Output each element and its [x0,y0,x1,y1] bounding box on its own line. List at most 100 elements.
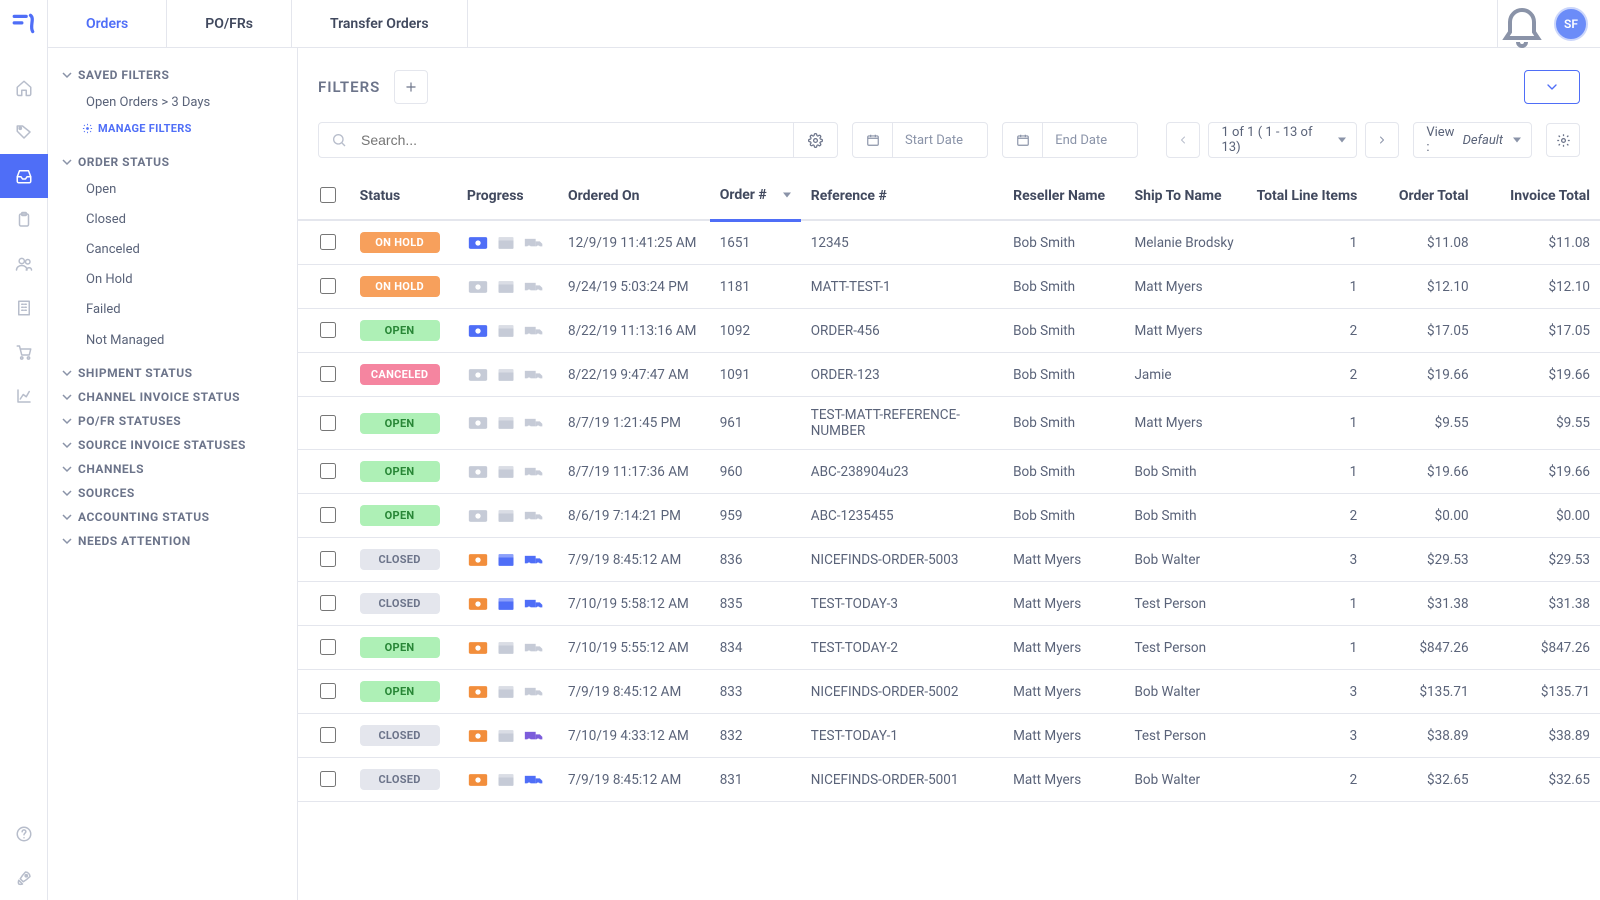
rocket-icon[interactable] [0,856,48,900]
order-status-item[interactable]: Closed [62,205,283,235]
end-date-input[interactable]: End Date [1002,122,1138,158]
table-row[interactable]: CANCELED8/22/19 9:47:47 AM1091ORDER-123B… [298,353,1600,397]
main-content: FILTERS St [298,0,1600,900]
col-ship-to[interactable]: Ship To Name [1124,172,1245,220]
col-ordered-on[interactable]: Ordered On [558,172,710,220]
notifications-icon[interactable] [1498,0,1546,48]
start-date-input[interactable]: Start Date [852,122,988,158]
search-field[interactable] [318,122,838,158]
table-row[interactable]: CLOSED7/9/19 8:45:12 AM831NICEFINDS-ORDE… [298,758,1600,802]
table-row[interactable]: ON HOLD9/24/19 5:03:24 PM1181MATT-TEST-1… [298,265,1600,309]
expand-panel-button[interactable] [1524,70,1580,104]
section-order-status[interactable]: ORDER STATUS [62,155,283,169]
section-collapsed[interactable]: CHANNEL INVOICE STATUS [62,390,283,404]
cell-ship-to: Bob Smith [1124,494,1245,538]
col-reseller[interactable]: Reseller Name [1003,172,1124,220]
order-status-item[interactable]: Failed [62,295,283,325]
next-page-button[interactable] [1365,122,1399,158]
row-checkbox[interactable] [320,507,336,523]
section-collapsed[interactable]: NEEDS ATTENTION [62,534,283,548]
inbox-icon[interactable] [0,154,48,198]
help-icon[interactable] [0,812,48,856]
table-row[interactable]: ON HOLD12/9/19 11:41:25 AM165112345Bob S… [298,220,1600,265]
table-settings-button[interactable] [1546,123,1580,157]
progress-icons [467,728,548,744]
status-badge: OPEN [360,681,440,702]
cell-reference: TEST-TODAY-3 [801,582,1003,626]
section-saved-filters[interactable]: SAVED FILTERS [62,68,283,82]
order-status-item[interactable]: Open [62,175,283,205]
row-checkbox[interactable] [320,683,336,699]
table-row[interactable]: OPEN7/10/19 5:55:12 AM834TEST-TODAY-2Mat… [298,626,1600,670]
table-row[interactable]: OPEN8/6/19 7:14:21 PM959ABC-1235455Bob S… [298,494,1600,538]
cell-ship-to: Bob Walter [1124,538,1245,582]
tab-pofrs[interactable]: PO/FRs [167,0,292,47]
row-checkbox[interactable] [320,595,336,611]
col-reference[interactable]: Reference # [801,172,1003,220]
row-checkbox[interactable] [320,366,336,382]
section-collapsed[interactable]: ACCOUNTING STATUS [62,510,283,524]
cell-invoice-total: $11.08 [1479,220,1600,265]
section-collapsed[interactable]: PO/FR STATUSES [62,414,283,428]
row-checkbox[interactable] [320,771,336,787]
table-row[interactable]: CLOSED7/10/19 5:58:12 AM835TEST-TODAY-3M… [298,582,1600,626]
cart-icon[interactable] [0,330,48,374]
home-icon[interactable] [0,66,48,110]
tag-icon[interactable] [0,110,48,154]
prev-page-button[interactable] [1166,122,1200,158]
page-select[interactable]: 1 of 1 ( 1 - 13 of 13) [1208,122,1357,158]
progress-step-icon [495,367,517,383]
table-row[interactable]: CLOSED7/10/19 4:33:12 AM832TEST-TODAY-1M… [298,714,1600,758]
building-icon[interactable] [0,286,48,330]
row-checkbox[interactable] [320,463,336,479]
select-all-checkbox[interactable] [320,187,336,203]
table-row[interactable]: OPEN8/22/19 11:13:16 AM1092ORDER-456Bob … [298,309,1600,353]
cell-line-items: 2 [1246,494,1367,538]
search-settings-button[interactable] [793,123,837,157]
clipboard-icon[interactable] [0,198,48,242]
row-checkbox[interactable] [320,415,336,431]
col-status[interactable]: Status [350,172,457,220]
cell-ordered-on: 7/10/19 5:58:12 AM [558,582,710,626]
tab-orders[interactable]: Orders [48,0,167,47]
col-order-number[interactable]: Order # [710,172,801,220]
row-checkbox[interactable] [320,278,336,294]
col-line-items[interactable]: Total Line Items [1246,172,1367,220]
order-status-item[interactable]: Not Managed [62,326,283,356]
progress-step-icon [523,367,545,383]
add-filter-button[interactable] [394,70,428,104]
section-collapsed[interactable]: CHANNELS [62,462,283,476]
row-checkbox[interactable] [320,727,336,743]
row-checkbox[interactable] [320,639,336,655]
section-collapsed[interactable]: SOURCES [62,486,283,500]
section-collapsed[interactable]: SOURCE INVOICE STATUSES [62,438,283,452]
cell-order-number: 836 [710,538,801,582]
col-progress[interactable]: Progress [457,172,558,220]
cell-ship-to: Test Person [1124,582,1245,626]
users-icon[interactable] [0,242,48,286]
order-status-item[interactable]: Canceled [62,235,283,265]
saved-filter-item[interactable]: Open Orders > 3 Days [62,88,283,118]
cell-reference: TEST-MATT-REFERENCE-NUMBER [801,397,1003,450]
row-checkbox[interactable] [320,234,336,250]
order-status-item[interactable]: On Hold [62,265,283,295]
tab-transfer-orders[interactable]: Transfer Orders [292,0,468,47]
manage-filters-link[interactable]: MANAGE FILTERS [62,118,283,145]
table-row[interactable]: CLOSED7/9/19 8:45:12 AM836NICEFINDS-ORDE… [298,538,1600,582]
chart-icon[interactable] [0,374,48,418]
row-checkbox[interactable] [320,322,336,338]
table-row[interactable]: OPEN8/7/19 1:21:45 PM961TEST-MATT-REFERE… [298,397,1600,450]
view-label: View : [1426,125,1458,155]
section-collapsed[interactable]: SHIPMENT STATUS [62,366,283,380]
table-row[interactable]: OPEN8/7/19 11:17:36 AM960ABC-238904u23Bo… [298,450,1600,494]
table-row[interactable]: OPEN7/9/19 8:45:12 AM833NICEFINDS-ORDER-… [298,670,1600,714]
search-icon [319,123,359,157]
col-invoice-total[interactable]: Invoice Total [1479,172,1600,220]
col-order-total[interactable]: Order Total [1367,172,1478,220]
progress-step-icon [495,415,517,431]
row-checkbox[interactable] [320,551,336,567]
view-select[interactable]: View : Default [1413,122,1532,158]
search-input[interactable] [359,123,793,157]
user-avatar[interactable]: SF [1554,7,1588,41]
progress-step-icon [523,279,545,295]
